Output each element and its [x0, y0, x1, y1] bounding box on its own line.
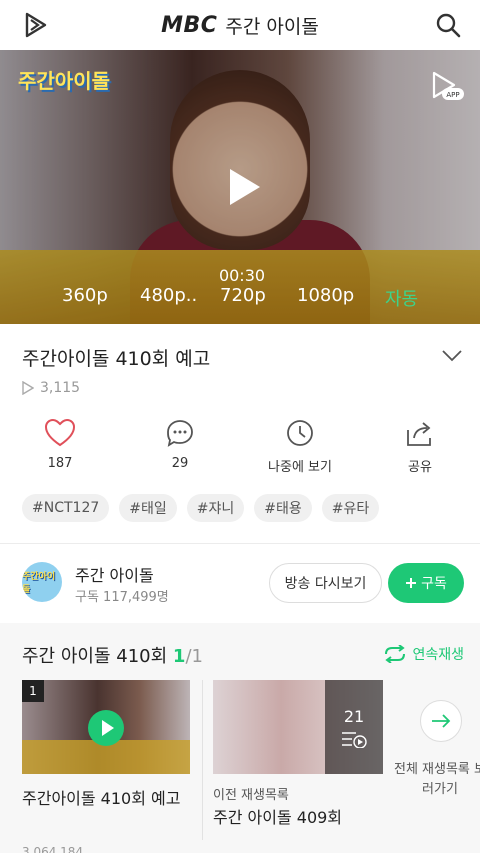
repeat-icon — [385, 645, 406, 663]
playlist-title: 주간 아이돌 410회 1/1 — [22, 642, 203, 668]
view-count: 3,115 — [22, 380, 80, 396]
tag-list: #NCT127 #태일 #쟈니 #태용 #유타 — [22, 494, 380, 522]
view-all-playlist-label[interactable]: 전체 재생목록 보러가기 — [392, 760, 480, 800]
like-button[interactable]: 187 — [0, 418, 120, 478]
tag-chip[interactable]: #쟈니 — [186, 494, 245, 522]
app-play-icon[interactable]: APP — [430, 70, 464, 104]
app-badge: APP — [446, 91, 459, 99]
share-button[interactable]: 공유 — [360, 418, 480, 478]
arrow-right-icon — [432, 714, 451, 728]
playlist-total: /1 — [185, 646, 203, 667]
quality-auto[interactable]: 자동 — [385, 285, 418, 311]
playlist-item-title[interactable]: 주간아이돌 410회 예고 — [22, 786, 192, 812]
replay-button[interactable]: 방송 다시보기 — [269, 563, 382, 603]
watch-later-button[interactable]: 나중에 보기 — [240, 418, 360, 478]
subscribe-button[interactable]: 구독 — [388, 563, 464, 603]
channel-avatar[interactable]: 주간아이돌 — [22, 562, 62, 602]
tag-chip[interactable]: #태용 — [254, 494, 312, 522]
tag-chip[interactable]: #NCT127 — [22, 494, 110, 522]
play-icon[interactable] — [228, 167, 262, 207]
heart-icon — [44, 418, 76, 447]
video-time: 00:30 — [218, 266, 266, 285]
video-title: 주간아이돌 410회 예고 — [22, 348, 211, 370]
plus-icon — [406, 578, 417, 588]
quality-360p[interactable]: 360p — [62, 285, 108, 306]
subscriber-count: 구독 117,499명 — [75, 590, 169, 605]
mbc-logo: MBC — [161, 12, 218, 38]
playlist-name: 주간 아이돌 410회 — [22, 646, 168, 667]
quality-720p[interactable]: 720p — [220, 285, 266, 306]
playlist-icon — [342, 731, 367, 748]
subscribe-label: 구독 — [421, 576, 447, 592]
channel-name[interactable]: 주간 아이돌 — [75, 562, 154, 586]
watch-later-label: 나중에 보기 — [268, 460, 332, 475]
autoplay-toggle[interactable]: 연속재생 — [382, 644, 464, 664]
previous-playlist-thumbnail[interactable]: 21 — [213, 680, 383, 774]
divider — [202, 680, 203, 840]
view-all-playlist-button[interactable] — [420, 700, 462, 742]
autoplay-label: 연속재생 — [412, 647, 464, 663]
action-bar: 187 29 나중에 보기 공유 — [0, 418, 480, 478]
divider — [0, 543, 480, 544]
comment-count: 29 — [171, 456, 189, 471]
play-count-icon — [22, 381, 34, 395]
view-count-value: 3,115 — [40, 380, 81, 396]
chevron-down-icon[interactable] — [440, 346, 464, 366]
previous-playlist-title[interactable]: 주간 아이돌 409회 — [213, 804, 342, 828]
playlist-current: 1 — [172, 646, 186, 667]
brand[interactable]: MBC 주간 아이돌 — [161, 12, 319, 39]
search-icon[interactable] — [434, 11, 462, 39]
playlist-item-meta: 3,064 184 — [22, 845, 84, 853]
item-number-badge: 1 — [22, 680, 44, 702]
quality-1080p[interactable]: 1080p — [297, 285, 354, 306]
play-circle-icon[interactable] — [88, 710, 124, 746]
app-header: MBC 주간 아이돌 — [0, 0, 480, 50]
comment-button[interactable]: 29 — [120, 418, 240, 478]
playlist-item-thumbnail[interactable]: 1 — [22, 680, 190, 774]
tag-chip[interactable]: #유타 — [321, 494, 380, 522]
video-player[interactable]: 주간아이돌 APP 00:30 360p 480p.. 720p 1080p 자… — [0, 50, 480, 324]
previous-playlist-label: 이전 재생목록 — [213, 788, 289, 803]
play-logo-icon[interactable] — [22, 11, 50, 39]
playlist-count: 21 — [343, 706, 365, 726]
channel-avatar-logo: 주간아이돌 — [22, 572, 56, 595]
quality-480p[interactable]: 480p.. — [140, 285, 197, 306]
show-logo: 주간아이돌 — [18, 69, 110, 93]
tag-chip[interactable]: #태일 — [119, 494, 177, 522]
page-title: 주간 아이돌 — [225, 15, 319, 38]
clock-icon — [287, 420, 313, 446]
playlist-count-overlay: 21 — [325, 680, 383, 774]
like-count: 187 — [47, 456, 73, 471]
share-icon — [407, 422, 431, 446]
comment-icon — [167, 420, 193, 447]
share-label: 공유 — [408, 460, 432, 475]
